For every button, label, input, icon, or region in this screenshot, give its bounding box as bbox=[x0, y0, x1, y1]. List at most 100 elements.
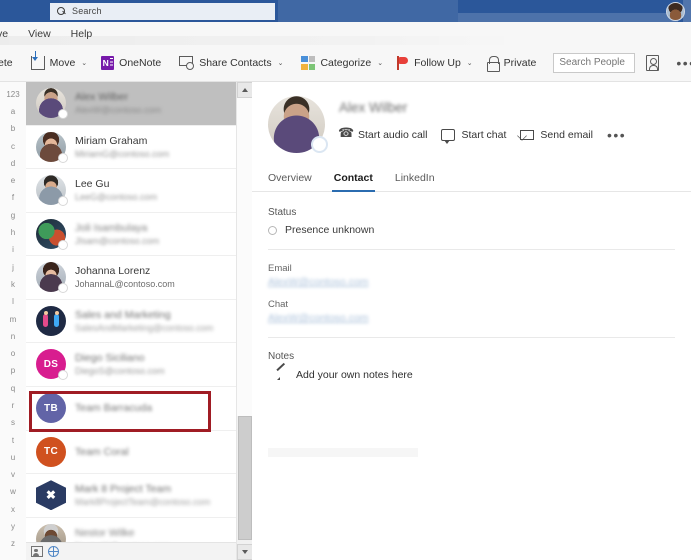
index-letter-q[interactable]: q bbox=[11, 380, 15, 397]
index-letter-x[interactable]: x bbox=[11, 501, 15, 518]
index-letter-c[interactable]: c bbox=[11, 138, 15, 155]
email-label: Email bbox=[268, 263, 292, 274]
share-contacts-icon bbox=[179, 56, 195, 70]
list-item[interactable]: DS Diego Siciliano DiegoS@contoso.com bbox=[26, 343, 236, 387]
contact-name: Diego Siciliano bbox=[75, 352, 145, 365]
scrollbar-thumb[interactable] bbox=[238, 416, 252, 540]
ribbon-overflow-button[interactable]: ••• bbox=[668, 45, 691, 82]
private-button[interactable]: Private bbox=[480, 45, 544, 82]
index-letter-o[interactable]: o bbox=[11, 345, 15, 362]
index-letter-g[interactable]: g bbox=[11, 207, 15, 224]
detail-overflow-button[interactable]: ••• bbox=[607, 128, 626, 142]
presence-indicator bbox=[311, 136, 328, 153]
contact-name: Mark 8 Project Team bbox=[75, 483, 172, 496]
move-button[interactable]: Move ⌄ bbox=[24, 45, 95, 82]
scroll-up-button[interactable] bbox=[237, 82, 253, 98]
list-item[interactable]: Sales and Marketing SalesAndMarketing@co… bbox=[26, 299, 236, 343]
avatar bbox=[36, 218, 68, 250]
search-people-wrap: Search People bbox=[547, 45, 641, 82]
avatar bbox=[36, 305, 66, 336]
presence-indicator bbox=[58, 370, 68, 381]
tab-linkedin[interactable]: LinkedIn bbox=[395, 172, 435, 191]
scroll-down-button[interactable] bbox=[237, 544, 253, 560]
categorize-button[interactable]: Categorize ⌄ bbox=[294, 45, 390, 82]
lock-icon bbox=[487, 56, 501, 72]
index-letter-z[interactable]: z bbox=[11, 536, 15, 553]
contact-email: DiegoS@contoso.com bbox=[75, 366, 165, 377]
email-field: Email AlexW@contoso.com bbox=[268, 263, 691, 288]
detail-tabs: Overview Contact LinkedIn bbox=[252, 172, 691, 192]
index-letter-b[interactable]: b bbox=[11, 121, 15, 138]
title-ghost-block-2 bbox=[458, 13, 678, 22]
list-item-team-barracuda[interactable]: TB Team Barracuda bbox=[26, 386, 236, 431]
share-contacts-label: Share Contacts bbox=[199, 57, 272, 69]
share-contacts-button[interactable]: Share Contacts ⌄ bbox=[172, 45, 290, 82]
avatar-initials: TC bbox=[44, 446, 58, 458]
index-letter-r[interactable]: r bbox=[12, 397, 15, 414]
onenote-button[interactable]: N OneNote bbox=[94, 45, 168, 82]
search-people-input[interactable]: Search People bbox=[553, 53, 636, 73]
index-letter-e[interactable]: e bbox=[11, 172, 15, 189]
index-letter-h[interactable]: h bbox=[11, 224, 15, 241]
detail-header-text: Alex Wilber Start audio call Start chat bbox=[338, 96, 626, 153]
index-letter-123[interactable]: 123 bbox=[6, 86, 19, 103]
index-letter-v[interactable]: v bbox=[11, 467, 15, 484]
index-letter-s[interactable]: s bbox=[11, 415, 15, 432]
list-item[interactable]: Miriam Graham MiriamG@contoso.com bbox=[26, 125, 236, 169]
tab-contact[interactable]: Contact bbox=[331, 172, 375, 192]
email-value-link[interactable]: AlexW@contoso.com bbox=[268, 276, 691, 288]
contact-list-scrollbar[interactable] bbox=[236, 82, 253, 560]
list-item[interactable]: Lee Gu LeeG@contoso.com bbox=[26, 169, 236, 213]
contact-info: Alex Wilber AlexW@contoso.com bbox=[75, 91, 161, 115]
list-item[interactable]: Johanna Lorenz JohannaL@contoso.com bbox=[26, 256, 236, 300]
title-bar: Search bbox=[0, 0, 691, 22]
contact-list[interactable]: Alex Wilber AlexW@contoso.com Miriam Gra… bbox=[26, 82, 236, 560]
list-item[interactable]: TC Team Coral bbox=[26, 430, 236, 474]
address-book-button[interactable] bbox=[641, 45, 664, 82]
chat-label: Chat bbox=[268, 299, 289, 310]
list-item[interactable]: Joli Isambulaya JIsam@contoso.com bbox=[26, 212, 236, 256]
index-letter-p[interactable]: p bbox=[11, 363, 15, 380]
index-letter-y[interactable]: y bbox=[11, 518, 15, 535]
index-letter-i[interactable]: i bbox=[12, 242, 14, 259]
people-icon[interactable] bbox=[31, 546, 43, 557]
index-letter-j[interactable]: j bbox=[12, 259, 14, 276]
chat-field: Chat AlexW@contoso.com bbox=[268, 299, 691, 324]
alphabet-index-strip: 123 a b c d e f g h i j k l m n o p q r … bbox=[0, 82, 26, 560]
avatar[interactable] bbox=[666, 2, 685, 21]
index-letter-a[interactable]: a bbox=[11, 103, 15, 120]
menu-item-view[interactable]: View bbox=[18, 22, 61, 45]
index-letter-k[interactable]: k bbox=[11, 276, 15, 293]
tab-overview[interactable]: Overview bbox=[268, 172, 312, 191]
index-letter-l[interactable]: l bbox=[12, 294, 14, 311]
index-letter-w[interactable]: w bbox=[10, 484, 16, 501]
follow-up-button[interactable]: Follow Up ⌄ bbox=[390, 45, 480, 82]
private-label: Private bbox=[503, 57, 537, 69]
presence-indicator bbox=[58, 196, 68, 207]
contact-email: LeeG@contoso.com bbox=[75, 192, 158, 203]
start-chat-button[interactable]: Start chat bbox=[441, 128, 506, 144]
index-letter-d[interactable]: d bbox=[11, 155, 15, 172]
presence-indicator bbox=[58, 109, 68, 120]
contact-email: MiriamG@contoso.com bbox=[75, 148, 170, 159]
presence-row: Presence unknown bbox=[268, 224, 691, 236]
send-email-button[interactable]: Send email bbox=[520, 129, 593, 141]
chat-value-link[interactable]: AlexW@contoso.com bbox=[268, 312, 691, 324]
start-audio-call-button[interactable]: Start audio call bbox=[338, 125, 427, 141]
index-letter-f[interactable]: f bbox=[12, 190, 14, 207]
index-letter-u[interactable]: u bbox=[11, 449, 15, 466]
menu-item-help[interactable]: Help bbox=[61, 22, 103, 45]
menu-item-archive[interactable]: ve bbox=[0, 22, 18, 45]
globe-icon[interactable] bbox=[48, 546, 59, 557]
delete-button[interactable]: ete bbox=[0, 45, 20, 82]
list-item[interactable]: Alex Wilber AlexW@contoso.com bbox=[26, 82, 236, 126]
index-letter-t[interactable]: t bbox=[12, 432, 14, 449]
scrollbar-track[interactable] bbox=[237, 98, 253, 416]
notes-input[interactable]: Add your own notes here bbox=[268, 368, 691, 381]
index-letter-m[interactable]: m bbox=[10, 311, 17, 328]
contact-email: Mark8ProjectTeam@contoso.com bbox=[75, 497, 211, 508]
search-input[interactable]: Search bbox=[50, 2, 275, 20]
list-item[interactable]: Mark 8 Project Team Mark8ProjectTeam@con… bbox=[26, 474, 236, 518]
index-letter-n[interactable]: n bbox=[11, 328, 15, 345]
phone-icon bbox=[338, 125, 354, 141]
